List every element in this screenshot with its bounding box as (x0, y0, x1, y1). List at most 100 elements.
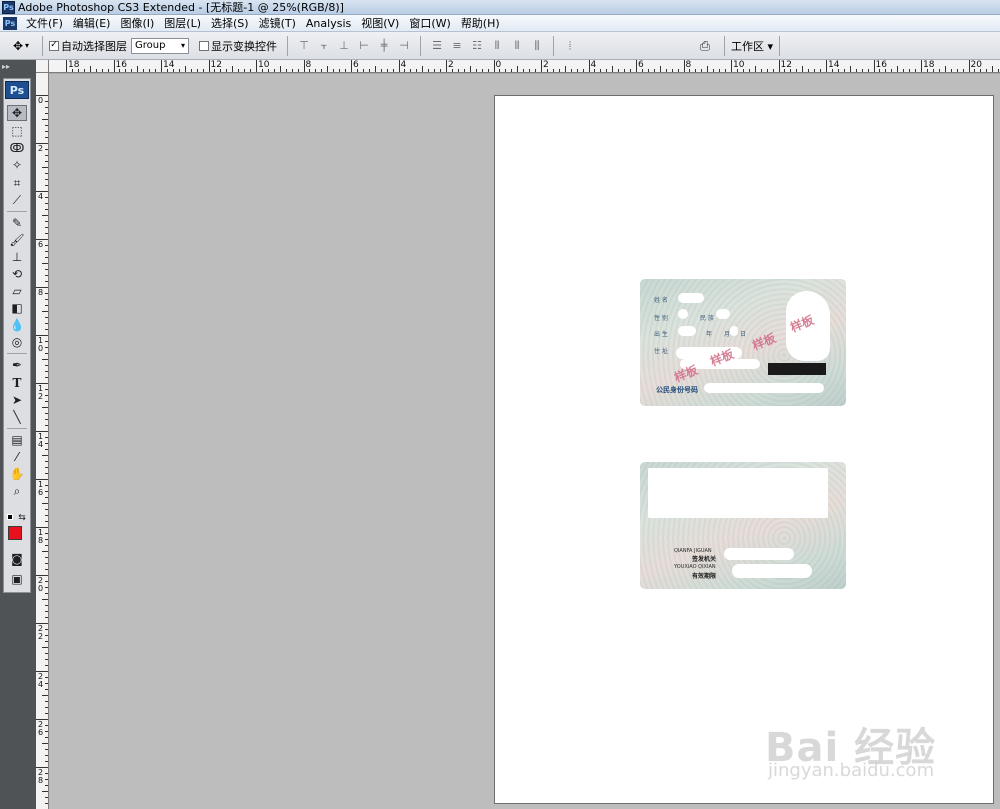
healing-brush-icon[interactable]: ✎ (7, 215, 27, 231)
ruler-tick (968, 60, 970, 72)
align-top-icon[interactable]: ⊤ (297, 39, 311, 53)
ruler-minor-tick (45, 653, 48, 654)
distribute-top-icon[interactable]: ☰ (430, 39, 444, 53)
distribute-bottom-icon[interactable]: ☷ (470, 39, 484, 53)
dock-grip[interactable]: ▸▸ (2, 62, 32, 71)
tool-preset-picker[interactable]: ✥ ▾ (6, 35, 36, 57)
ruler-tick (256, 60, 257, 72)
history-brush-icon[interactable]: ⟲ (7, 266, 27, 282)
line-tool-icon[interactable]: ╲ (7, 409, 27, 425)
ruler-minor-tick (238, 69, 240, 72)
menu-image[interactable]: 图像(I) (115, 15, 159, 31)
default-colors-icon[interactable] (7, 514, 13, 520)
dodge-tool-icon[interactable]: ◎ (7, 334, 27, 350)
move-tool-icon[interactable]: ✥ (7, 105, 27, 121)
ruler-minor-tick (45, 659, 48, 660)
eraser-tool-icon[interactable]: ▱ (7, 283, 27, 299)
ruler-minor-tick (606, 69, 608, 72)
ruler-minor-tick (594, 69, 596, 72)
id-card-back[interactable]: QIANFA JIGUAN 签发机关 YOUXIAO QIXIAN 有效期限 (640, 462, 846, 589)
brush-tool-icon[interactable]: 🖌 (7, 232, 27, 248)
quick-mask-icon[interactable]: ◙ (7, 551, 27, 567)
ruler-minor-tick (45, 593, 48, 594)
distribute-vcenter-icon[interactable]: ≡ (450, 39, 464, 53)
align-hcenter-icon[interactable]: ╪ (377, 39, 391, 53)
menu-edit[interactable]: 编辑(E) (68, 15, 116, 31)
menu-file[interactable]: 文件(F) (21, 15, 68, 31)
ruler-minor-tick (45, 233, 48, 234)
gradient-tool-icon[interactable]: ◧ (7, 300, 27, 316)
ruler-label: 4 (37, 192, 44, 201)
ruler-minor-tick (45, 569, 48, 570)
baidu-watermark-url: jingyan.baidu.com (768, 760, 935, 781)
show-transform-checkbox[interactable] (199, 40, 209, 51)
align-right-icon[interactable]: ⊣ (397, 39, 411, 53)
ruler-tick (113, 60, 115, 72)
ruler-minor-tick (843, 69, 845, 72)
pen-tool-icon[interactable]: ✒ (7, 357, 27, 373)
id-card-front[interactable]: 姓 名 性 别 民 族 出 生 年 月 日 住 址 样板 样板 样板 样板 公民… (640, 279, 846, 406)
distribute-right-icon[interactable]: ⫼ (530, 39, 544, 53)
foreground-color-swatch[interactable] (8, 526, 22, 540)
menu-layer[interactable]: 图层(L) (159, 15, 206, 31)
ruler-minor-tick (624, 69, 626, 72)
document-menu-icon[interactable]: Ps (3, 16, 17, 30)
menu-select[interactable]: 选择(S) (206, 15, 254, 31)
align-bottom-icon[interactable]: ⊥ (337, 39, 351, 53)
auto-select-target-dropdown[interactable]: Group ▾ (131, 37, 189, 54)
ruler-minor-tick (45, 329, 48, 330)
ruler-minor-tick (45, 125, 48, 126)
ruler-minor-tick (653, 69, 655, 72)
align-vcenter-icon[interactable]: ⫟ (317, 39, 331, 53)
align-left-icon[interactable]: ⊢ (357, 39, 371, 53)
screen-mode-icon[interactable]: ▣ (7, 571, 27, 587)
ruler-tick (731, 60, 732, 72)
horizontal-ruler[interactable]: 18 16 14 12 10 8 6 4 2 0 2 4 6 8 10 12 14 16 18 20 (49, 60, 1000, 73)
path-selection-icon[interactable]: ➤ (7, 392, 27, 408)
eyedropper-tool-icon[interactable]: ⁄ (7, 449, 27, 465)
vertical-ruler[interactable]: 0246810121416182022242628 (36, 73, 49, 809)
canvas-workspace[interactable]: 姓 名 性 别 民 族 出 生 年 月 日 住 址 样板 样板 样板 样板 公民… (49, 74, 1000, 809)
menu-window[interactable]: 窗口(W) (404, 15, 455, 31)
auto-select-checkbox[interactable]: ✓ (49, 40, 59, 51)
notes-tool-icon[interactable]: ▤ (7, 432, 27, 448)
lasso-tool-icon[interactable]: ↂ (7, 140, 27, 156)
hand-tool-icon[interactable]: ✋ (7, 466, 27, 482)
ruler-minor-tick (220, 69, 222, 72)
blur-tool-icon[interactable]: 💧 (7, 317, 27, 333)
type-tool-icon[interactable]: T (7, 375, 27, 391)
menu-view[interactable]: 视图(V) (356, 15, 404, 31)
swap-colors-icon[interactable]: ⇆ (17, 510, 27, 526)
crop-tool-icon[interactable]: ⌗ (7, 175, 27, 191)
ruler-minor-tick (45, 497, 48, 498)
slice-tool-icon[interactable]: ⟋ (7, 192, 27, 208)
menu-analysis[interactable]: Analysis (301, 17, 356, 30)
magic-wand-icon[interactable]: ✧ (7, 157, 27, 173)
marquee-tool-icon[interactable]: ⬚ (7, 123, 27, 139)
ruler-minor-tick (891, 69, 893, 72)
menu-help[interactable]: 帮助(H) (456, 15, 505, 31)
menu-filter[interactable]: 滤镜(T) (254, 15, 301, 31)
ruler-minor-tick (45, 539, 48, 540)
clone-stamp-icon[interactable]: ⊥ (7, 249, 27, 265)
ruler-label: 12 (37, 384, 44, 401)
ruler-origin[interactable] (36, 60, 49, 73)
ruler-minor-tick (71, 69, 73, 72)
ruler-minor-tick (45, 617, 48, 618)
workspace-button[interactable]: 工作区 ▾ (723, 36, 780, 56)
zoom-tool-icon[interactable]: ⌕ (7, 483, 27, 499)
ruler-minor-tick (665, 69, 667, 72)
menu-bar: Ps 文件(F) 编辑(E) 图像(I) 图层(L) 选择(S) 滤镜(T) A… (0, 15, 1000, 32)
distribute-left-icon[interactable]: ⫴ (490, 39, 504, 53)
ruler-minor-tick (45, 269, 48, 270)
redaction-mask (724, 548, 794, 560)
auto-align-icon[interactable]: ⦙ (563, 39, 577, 53)
bridge-icon[interactable]: ⎙ (698, 39, 712, 54)
distribute-hcenter-icon[interactable]: ⦀ (510, 39, 524, 53)
ruler-tick (303, 60, 305, 72)
document-canvas[interactable]: 姓 名 性 别 民 族 出 生 年 月 日 住 址 样板 样板 样板 样板 公民… (494, 95, 994, 804)
ruler-minor-tick (42, 119, 48, 120)
ruler-minor-tick (671, 69, 673, 72)
toolbox-logo[interactable]: Ps (5, 81, 29, 99)
ruler-minor-tick (861, 69, 863, 72)
